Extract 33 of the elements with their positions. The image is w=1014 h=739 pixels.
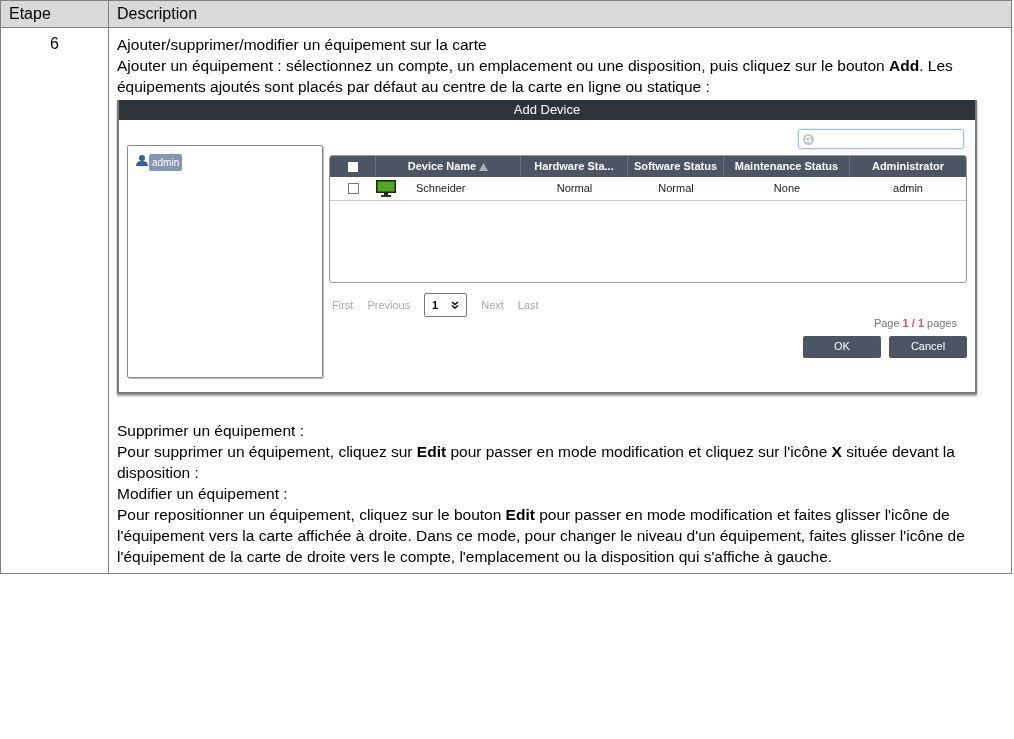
- page-label: pages: [927, 316, 957, 331]
- page-count: 1 / 1: [902, 316, 924, 331]
- search-field[interactable]: [798, 129, 964, 149]
- search-icon: [803, 133, 814, 145]
- table-cell-text: admin: [893, 181, 923, 197]
- checkbox[interactable]: [347, 183, 359, 194]
- column-header[interactable]: Device Name: [407, 158, 477, 175]
- table-cell-text: None: [773, 181, 801, 197]
- column-header: Description: [117, 4, 198, 24]
- page-select[interactable]: 1: [424, 293, 468, 317]
- paragraph: Ajouter un équipement : sélectionnez un compte, un emplacement ou une disposition, puis cliquez sur le bouton Add. Les équipements ajoutés sont placés par défaut au centre de la carte en ligne ou statique :: [117, 56, 954, 97]
- step-number: 6: [50, 34, 59, 54]
- page-label: Page: [873, 316, 900, 331]
- column-header: Etape: [9, 4, 51, 24]
- dialog-button[interactable]: OK: [803, 335, 881, 358]
- column-header[interactable]: Maintenance Status: [734, 158, 839, 175]
- sort-up-icon: [479, 162, 489, 171]
- section-heading: Supprimer un équipement :: [117, 421, 305, 441]
- column-header[interactable]: Hardware Sta...: [534, 158, 614, 175]
- column-header[interactable]: Software Status: [633, 158, 718, 175]
- user-icon: [136, 155, 148, 166]
- double-chevron-down-icon: [451, 301, 460, 309]
- paragraph: Pour supprimer un équipement, cliquez sur Edit pour passer en mode modification et cliquez sur l'icône X située devant la disposition :: [117, 442, 956, 483]
- column-header[interactable]: Administrator: [871, 158, 945, 175]
- paragraph: Pour repositionner un équipement, cliquez sur le bouton Edit pour passer en mode modification et faites glisser l'icône de l'équipement vers la carte affichée à droite. Dans ce mode, pour changer le niveau d'un équipement, faites glisser l'icône de l'équipement de la carte de droite vers le compte, l'emplacement ou la disposition qui s'affiche à gauche.: [117, 505, 966, 567]
- table-cell-text: Normal: [658, 181, 694, 197]
- dialog-title: Add Device: [119, 100, 975, 120]
- section-heading: Modifier un équipement :: [117, 484, 289, 504]
- section-heading: Ajouter/supprimer/modifier un équipement sur la carte: [117, 35, 488, 55]
- table-cell-text: Normal: [556, 181, 593, 197]
- dialog-button[interactable]: Cancel: [889, 335, 967, 358]
- table-cell-text: Schneider: [416, 181, 466, 197]
- monitor-icon: [376, 180, 396, 197]
